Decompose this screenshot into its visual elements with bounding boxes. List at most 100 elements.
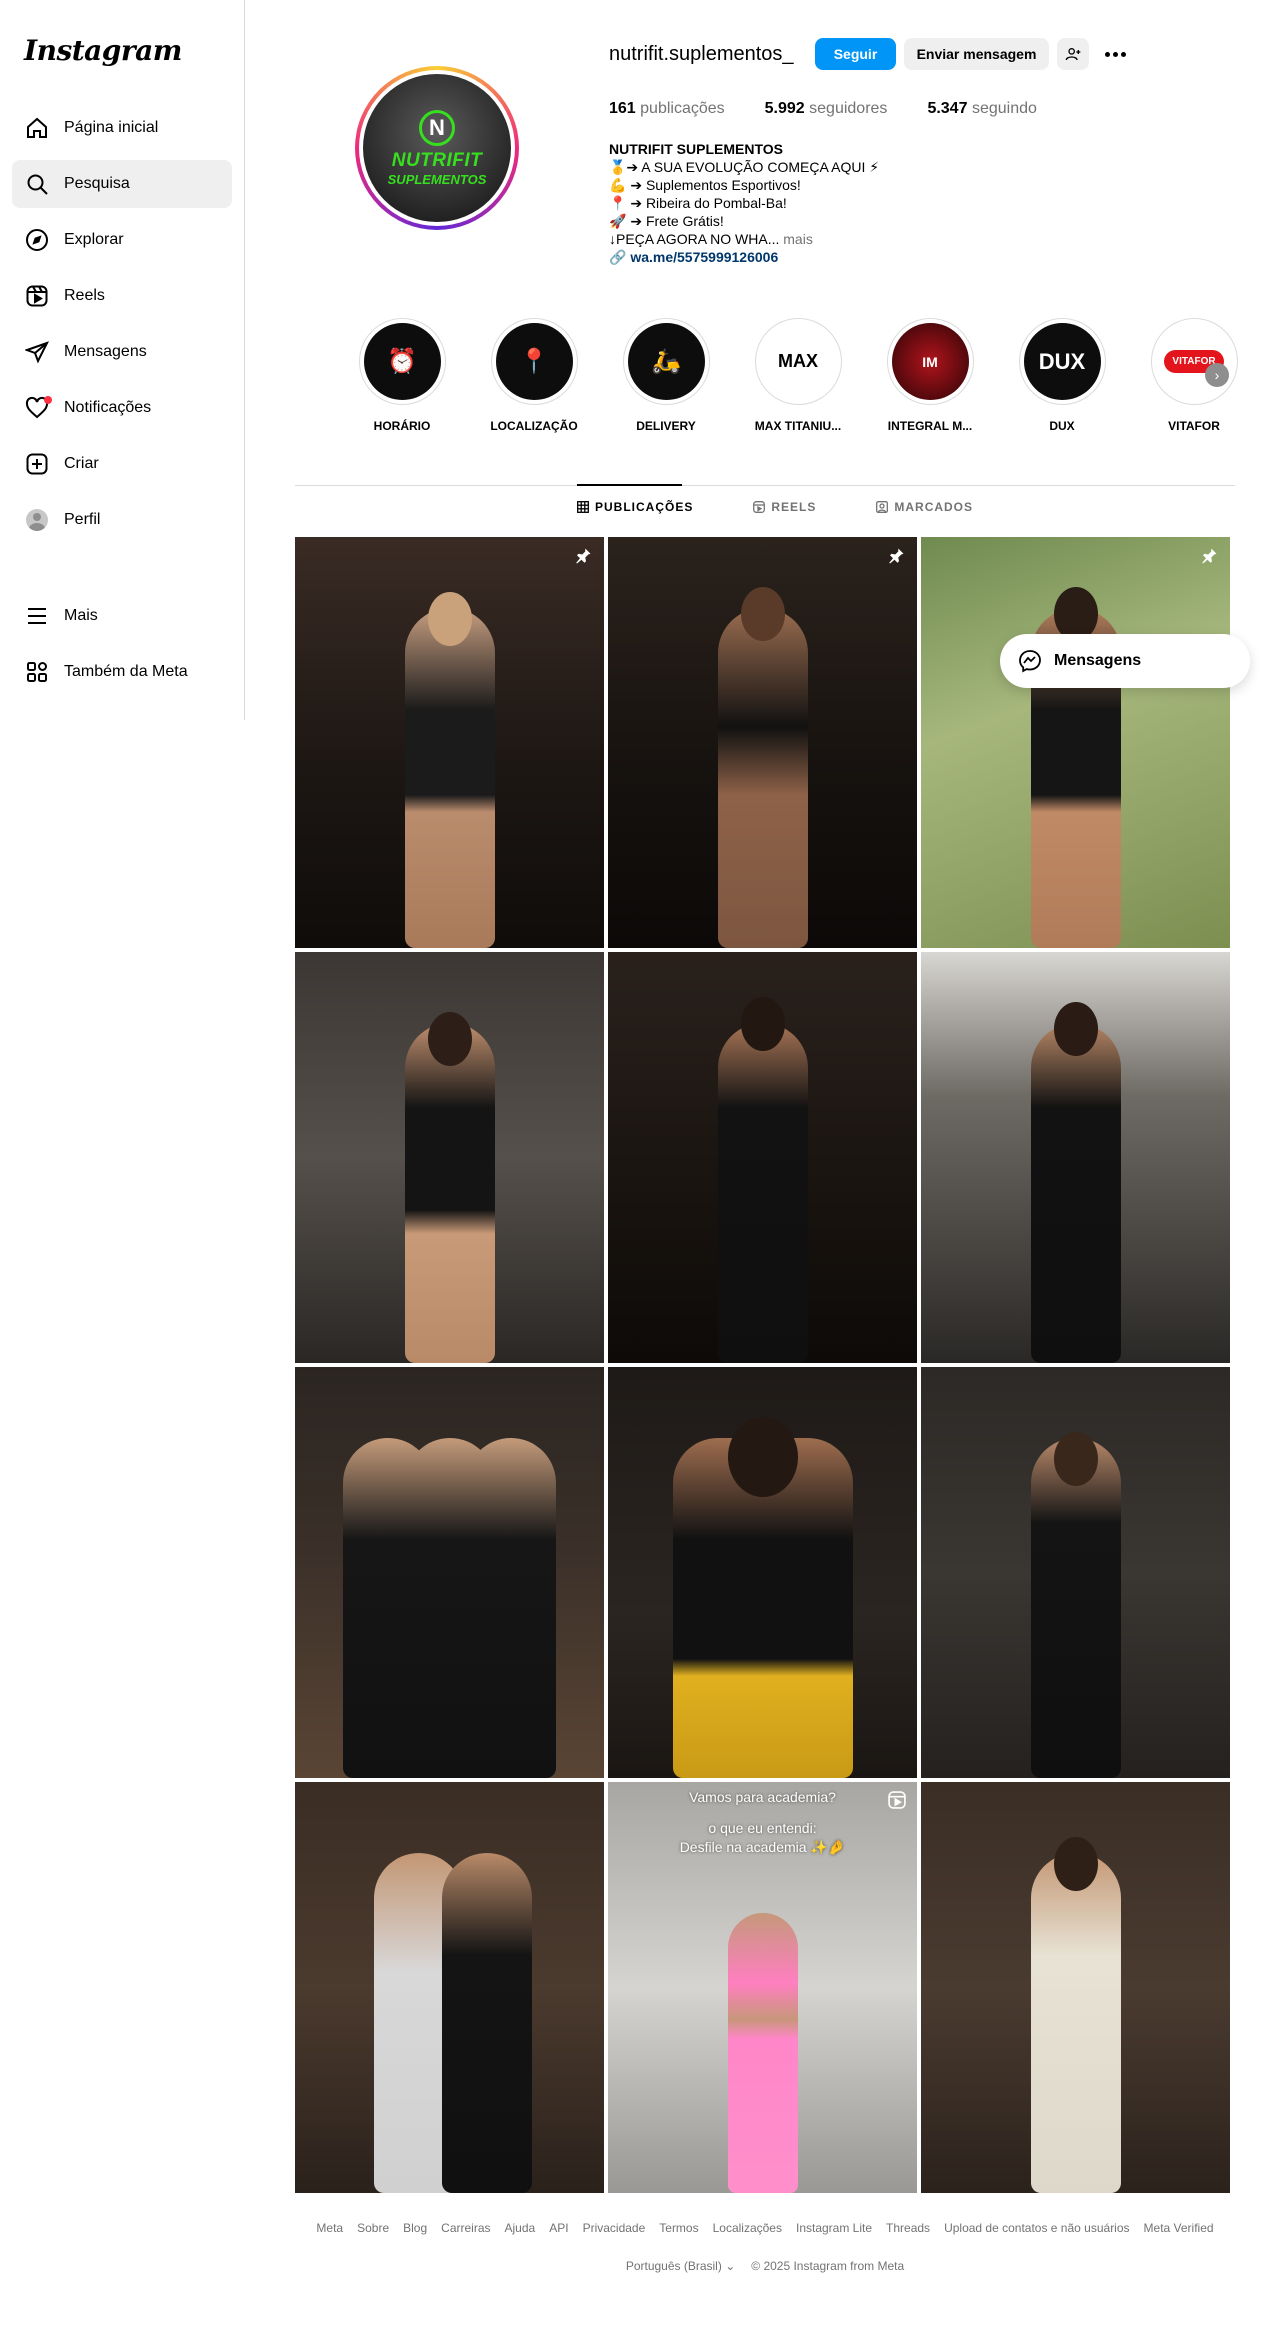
- highlight-max-titanium[interactable]: MAX MAX TITANIU...: [732, 318, 864, 433]
- pin-icon: [889, 548, 904, 564]
- sidebar-item-search[interactable]: Pesquisa: [12, 160, 232, 208]
- following-stat[interactable]: 5.347 seguindo: [927, 100, 1036, 118]
- post-tile[interactable]: [295, 952, 604, 1363]
- footer-link[interactable]: Termos: [659, 2221, 698, 2235]
- scooter-icon: 🛵: [627, 323, 705, 400]
- post-tile[interactable]: [608, 952, 917, 1363]
- post-tile[interactable]: [295, 537, 604, 948]
- language-select[interactable]: Português (Brasil) ⌄: [626, 2259, 735, 2273]
- highlight-integral-medica[interactable]: IM INTEGRAL M...: [864, 318, 996, 433]
- sidebar-item-home[interactable]: Página inicial: [12, 104, 232, 152]
- sidebar-item-label: Página inicial: [64, 119, 159, 136]
- sidebar-item-messages[interactable]: Mensagens: [12, 328, 232, 376]
- tab-reels[interactable]: REELS: [753, 500, 816, 514]
- sidebar-item-label: Pesquisa: [64, 175, 130, 192]
- footer-link[interactable]: API: [549, 2221, 568, 2235]
- footer-link[interactable]: Instagram Lite: [796, 2221, 872, 2235]
- highlight-delivery[interactable]: 🛵 DELIVERY: [600, 318, 732, 433]
- footer-link[interactable]: Localizações: [713, 2221, 782, 2235]
- suggest-users-button[interactable]: [1057, 38, 1089, 70]
- sidebar-item-meta[interactable]: Também da Meta: [12, 648, 232, 696]
- sidebar: Instagram Página inicial Pesquisa Explor…: [0, 0, 245, 720]
- active-tab-indicator: [577, 484, 682, 486]
- followers-stat[interactable]: 5.992 seguidores: [765, 100, 888, 118]
- sidebar-nav: Página inicial Pesquisa Explorar Reels M…: [12, 104, 232, 552]
- avatar: [24, 507, 50, 533]
- sidebar-item-create[interactable]: Criar: [12, 440, 232, 488]
- send-icon: [24, 339, 50, 365]
- profile-avatar[interactable]: N NUTRIFIT SUPLEMENTOS: [355, 66, 519, 230]
- sidebar-item-profile[interactable]: Perfil: [12, 496, 232, 544]
- footer-link[interactable]: Carreiras: [441, 2221, 490, 2235]
- sidebar-item-explore[interactable]: Explorar: [12, 216, 232, 264]
- more-options-icon[interactable]: [1100, 44, 1130, 64]
- highlight-label: VITAFOR: [1168, 419, 1220, 433]
- footer-link[interactable]: Upload de contatos e não usuários: [944, 2221, 1129, 2235]
- post-caption-overlay: Vamos para academia? o que eu entendi: D…: [679, 1789, 846, 1855]
- location-pin-icon: 📍: [495, 323, 573, 400]
- footer-link[interactable]: Ajuda: [505, 2221, 536, 2235]
- post-tile[interactable]: [295, 1782, 604, 2193]
- tab-tagged[interactable]: MARCADOS: [876, 500, 973, 514]
- sidebar-item-label: Mensagens: [64, 343, 147, 360]
- search-icon: [24, 171, 50, 197]
- post-tile[interactable]: [921, 1367, 1230, 1778]
- tab-label: REELS: [771, 500, 817, 514]
- grid-icon: [577, 501, 589, 513]
- pin-icon: [1202, 548, 1217, 564]
- highlight-vitafor[interactable]: VITAFOR VITAFOR: [1128, 318, 1260, 433]
- copyright: © 2025 Instagram from Meta: [751, 2259, 905, 2273]
- bio-line: 🚀 ➔ Frete Grátis!: [609, 213, 724, 229]
- chevron-right-icon[interactable]: ›: [1205, 363, 1229, 387]
- brand-name: NUTRIFIT: [391, 149, 483, 171]
- tab-label: PUBLICAÇÕES: [595, 500, 694, 514]
- footer-link[interactable]: Meta Verified: [1144, 2221, 1214, 2235]
- highlight-localizacao[interactable]: 📍 LOCALIZAÇÃO: [468, 318, 600, 433]
- footer-bottom: Português (Brasil) ⌄ © 2025 Instagram fr…: [295, 2259, 1235, 2273]
- profile-name: NUTRIFIT SUPLEMENTOS: [609, 141, 783, 157]
- highlight-label: HORÁRIO: [373, 419, 431, 433]
- home-icon: [24, 115, 50, 141]
- highlight-dux[interactable]: DUX DUX: [996, 318, 1128, 433]
- footer-link[interactable]: Sobre: [357, 2221, 389, 2235]
- posts-stat[interactable]: 161 publicações: [609, 100, 725, 118]
- reels-icon: [753, 501, 766, 513]
- max-titanium-logo: MAX: [759, 323, 837, 400]
- post-tile[interactable]: [921, 537, 1230, 948]
- highlight-label: LOCALIZAÇÃO: [490, 419, 578, 433]
- bio-line: 📍 ➔ Ribeira do Pombal-Ba!: [609, 195, 787, 211]
- post-tile[interactable]: [295, 1367, 604, 1778]
- instagram-logo[interactable]: Instagram: [24, 34, 182, 67]
- sidebar-item-label: Explorar: [64, 231, 124, 248]
- highlight-horario[interactable]: ⏰ HORÁRIO: [336, 318, 468, 433]
- post-tile[interactable]: [921, 1782, 1230, 2193]
- post-tile[interactable]: [921, 952, 1230, 1363]
- footer-link[interactable]: Threads: [886, 2221, 930, 2235]
- compass-icon: [24, 227, 50, 253]
- notification-badge: [44, 396, 52, 404]
- sidebar-item-label: Também da Meta: [64, 663, 188, 680]
- footer-link[interactable]: Privacidade: [583, 2221, 646, 2235]
- post-tile[interactable]: [608, 1367, 917, 1778]
- sidebar-item-notifications[interactable]: Notificações: [12, 384, 232, 432]
- sidebar-item-more[interactable]: Mais: [12, 592, 232, 640]
- messages-float-button[interactable]: Mensagens: [1000, 634, 1250, 688]
- highlight-label: DUX: [1049, 419, 1075, 433]
- plus-square-icon: [24, 451, 50, 477]
- add-person-icon: [1065, 48, 1081, 61]
- follow-button[interactable]: Seguir: [815, 38, 896, 70]
- footer-link[interactable]: Meta: [316, 2221, 343, 2235]
- reels-icon: [24, 283, 50, 309]
- sidebar-item-reels[interactable]: Reels: [12, 272, 232, 320]
- tab-label: MARCADOS: [894, 500, 974, 514]
- post-tile[interactable]: Vamos para academia? o que eu entendi: D…: [608, 1782, 917, 2193]
- sidebar-item-label: Perfil: [64, 511, 101, 528]
- send-message-button[interactable]: Enviar mensagem: [904, 38, 1049, 70]
- bio-more-link[interactable]: mais: [783, 231, 813, 247]
- messages-float-label: Mensagens: [1054, 652, 1142, 669]
- footer-link[interactable]: Blog: [403, 2221, 427, 2235]
- bio-link[interactable]: wa.me/5575999126006: [630, 249, 778, 265]
- bio-line: 💪 ➔ Suplementos Esportivos!: [609, 177, 801, 193]
- post-tile[interactable]: [608, 537, 917, 948]
- tab-posts[interactable]: PUBLICAÇÕES: [577, 500, 693, 514]
